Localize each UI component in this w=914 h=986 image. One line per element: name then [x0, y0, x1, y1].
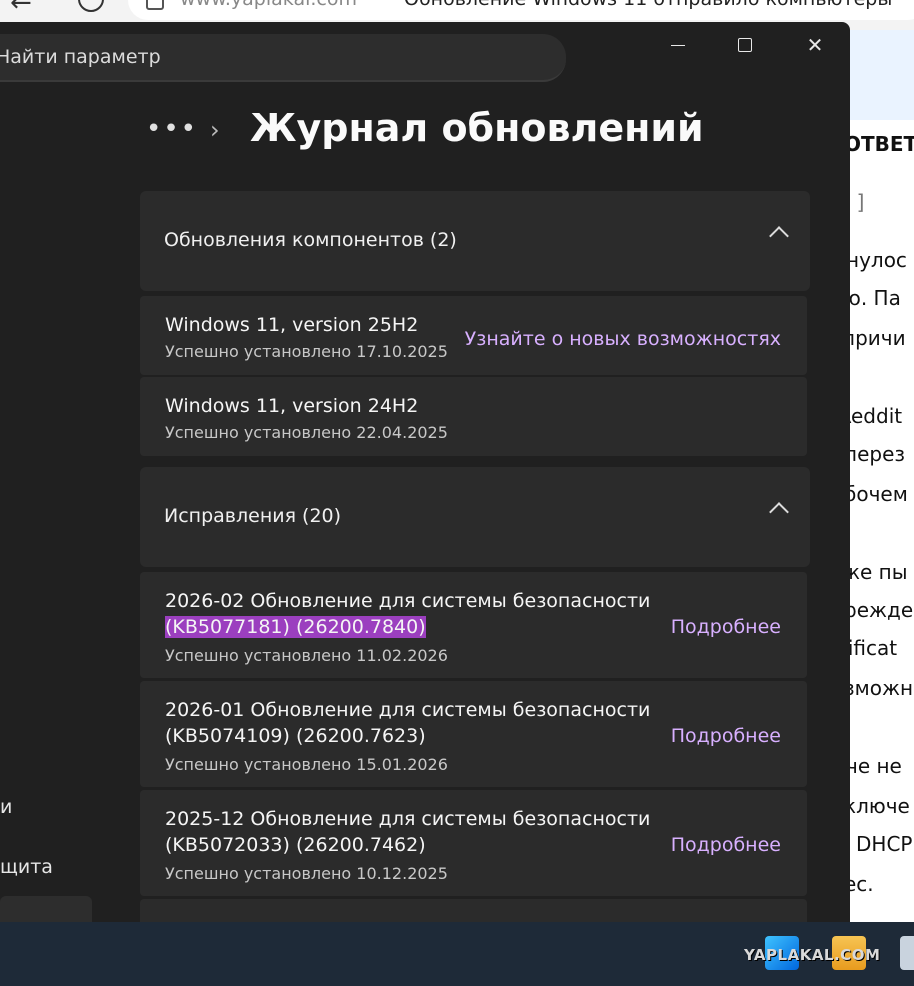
minimize-button[interactable] — [656, 28, 700, 62]
webpage-text: причи — [850, 326, 906, 350]
webpage-text: режде — [850, 598, 914, 622]
update-title-line1: 2025-12 Обновление для системы безопасно… — [165, 808, 651, 830]
page-heading-background: Обновление Windows 11 отправило компьюте… — [404, 0, 892, 10]
webpage-text: ключе — [850, 794, 910, 818]
details-link[interactable]: Подробнее — [671, 725, 781, 747]
update-status: Успешно установлено 10.12.2025 — [165, 864, 448, 883]
background-webpage: ОТВЕТ е ] нулос ю. Па причи Reddit перез… — [850, 30, 914, 922]
search-input[interactable]: Найти параметр — [0, 34, 566, 82]
webpage-text: перез — [850, 442, 906, 466]
learn-new-features-link[interactable]: Узнайте о новых возможностях — [465, 328, 781, 350]
update-row — [140, 899, 807, 922]
update-status: Успешно установлено 17.10.2025 — [165, 342, 448, 361]
address-url[interactable]: www.yaplakal.com — [180, 0, 357, 10]
webpage-text: зможн — [850, 676, 914, 700]
calculator-icon[interactable] — [900, 936, 914, 970]
webpage-text: Reddit — [850, 404, 903, 428]
back-arrow-icon[interactable]: ← — [10, 0, 32, 18]
details-link[interactable]: Подробнее — [671, 616, 781, 638]
update-title-line2-selected: (KB5077181) (26200.7840) — [165, 616, 426, 638]
quality-updates-label: Исправления (20) — [164, 505, 342, 527]
update-title-line1: 2026-01 Обновление для системы безопасно… — [165, 699, 651, 721]
lock-icon — [146, 0, 164, 10]
nav-item-label[interactable]: щита — [0, 856, 53, 878]
update-row: 2025-12 Обновление для системы безопасно… — [140, 790, 807, 896]
feature-updates-header[interactable]: Обновления компонентов (2) — [140, 191, 810, 291]
webpage-text: ОТВЕТ — [850, 132, 914, 156]
minimize-icon — [671, 45, 685, 46]
reload-icon[interactable] — [78, 0, 104, 12]
chevron-up-icon[interactable] — [769, 226, 789, 246]
webpage-text: ес. — [850, 872, 874, 896]
page-title: Журнал обновлений — [250, 106, 704, 150]
webpage-text: бочем — [850, 482, 908, 506]
feature-updates-label: Обновления компонентов (2) — [164, 229, 457, 251]
nav-item-selected[interactable] — [0, 896, 92, 922]
update-status: Успешно установлено 11.02.2026 — [165, 646, 448, 665]
details-link[interactable]: Подробнее — [671, 834, 781, 856]
webpage-text: DHCP — [856, 832, 913, 856]
update-status: Успешно установлено 15.01.2026 — [165, 755, 448, 774]
webpage-text: е ] — [850, 190, 865, 214]
update-title-line1: 2026-02 Обновление для системы безопасно… — [165, 590, 651, 612]
chevron-up-icon[interactable] — [769, 502, 789, 522]
update-row: 2026-01 Обновление для системы безопасно… — [140, 681, 807, 787]
webpage-text: же пы — [850, 560, 908, 584]
breadcrumb-more-button[interactable]: ••• — [146, 114, 198, 144]
update-title-line2: (KB5074109) (26200.7623) — [165, 725, 426, 747]
webpage-text: ю. Па — [850, 286, 901, 310]
nav-item-label[interactable]: и — [0, 796, 12, 818]
close-button[interactable]: ✕ — [793, 28, 837, 62]
webpage-text: tificat — [850, 636, 898, 660]
webpage-text: нулос — [850, 248, 907, 272]
search-placeholder: Найти параметр — [0, 46, 161, 68]
watermark: YAPLAKAL.COM — [744, 946, 881, 964]
maximize-button[interactable] — [723, 28, 767, 62]
maximize-icon — [738, 38, 752, 52]
webpage-text: че не — [850, 754, 902, 778]
update-title-line2: (KB5072033) (26200.7462) — [165, 834, 426, 856]
update-title: Windows 11, version 25H2 — [165, 314, 419, 336]
breadcrumb-chevron-icon: › — [210, 116, 220, 144]
quality-updates-header[interactable]: Исправления (20) — [140, 467, 810, 567]
update-title: Windows 11, version 24H2 — [165, 395, 419, 417]
settings-window: Найти параметр ✕ и щита ••• › Журнал обн… — [0, 22, 850, 922]
update-row: Windows 11, version 25H2 Успешно установ… — [140, 296, 807, 375]
update-status: Успешно установлено 22.04.2025 — [165, 423, 448, 442]
webpage-header-strip — [850, 30, 914, 120]
update-row: 2026-02 Обновление для системы безопасно… — [140, 572, 807, 678]
update-row: Windows 11, version 24H2 Успешно установ… — [140, 377, 807, 456]
